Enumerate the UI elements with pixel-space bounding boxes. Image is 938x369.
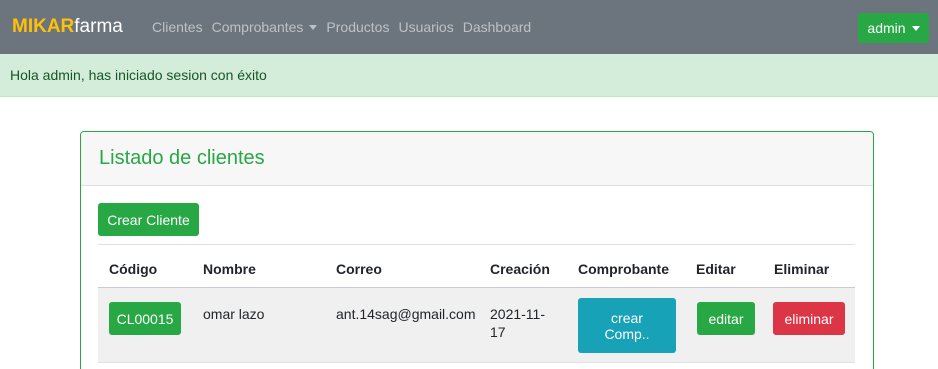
- column-header-nombre: Nombre: [203, 261, 256, 277]
- column-header-correo: Correo: [336, 261, 382, 277]
- nav-link-clientes[interactable]: Clientes: [152, 19, 203, 36]
- nav-link-dashboard[interactable]: Dashboard: [463, 19, 532, 36]
- column-header-creacion: Creación: [490, 261, 550, 277]
- client-created-date-line2: 17: [490, 324, 506, 340]
- caret-down-icon: [911, 25, 920, 31]
- nav-link-comprobantes[interactable]: Comprobantes: [212, 19, 318, 36]
- delete-client-button[interactable]: eliminar: [773, 302, 845, 335]
- client-code-button[interactable]: CL00015: [109, 302, 181, 335]
- brand-bold: MIKAR: [12, 16, 75, 37]
- client-created-date: 2021-11- 17: [490, 305, 545, 341]
- column-header-comprobante: Comprobante: [578, 261, 669, 277]
- card-title: Listado de clientes: [99, 147, 265, 169]
- nav-link-productos[interactable]: Productos: [326, 19, 389, 36]
- create-comprobante-label-line2: Comp..: [604, 325, 650, 342]
- clients-card: Listado de clientes Crear Cliente Código…: [80, 131, 874, 369]
- alert-message: Hola admin, has iniciado sesion con éxit…: [10, 67, 267, 83]
- nav-link-comprobantes-label: Comprobantes: [211, 19, 304, 35]
- top-navbar: MIKARfarma Clientes Comprobantes Product…: [0, 0, 938, 54]
- table-row-bottom-border: [98, 362, 855, 363]
- create-comprobante-button[interactable]: crear Comp..: [578, 298, 676, 353]
- nav-links: Clientes Comprobantes Productos Usuarios…: [152, 19, 540, 36]
- brand-logo[interactable]: MIKARfarma: [12, 15, 123, 39]
- caret-down-icon: [309, 25, 318, 30]
- brand-rest: farma: [74, 16, 123, 37]
- create-comprobante-label-line1: crear: [611, 309, 643, 326]
- column-header-eliminar: Eliminar: [774, 261, 830, 277]
- client-name: omar lazo: [203, 306, 265, 322]
- user-menu-button[interactable]: admin: [858, 13, 929, 43]
- client-created-date-line1: 2021-11-: [490, 306, 546, 322]
- card-header: Listado de clientes: [81, 132, 873, 186]
- success-alert: Hola admin, has iniciado sesion con éxit…: [0, 54, 938, 97]
- nav-link-usuarios[interactable]: Usuarios: [398, 19, 453, 36]
- column-header-editar: Editar: [696, 261, 736, 277]
- column-header-codigo: Código: [109, 261, 158, 277]
- user-menu-label: admin: [867, 20, 906, 36]
- table-header-top-border: [98, 244, 855, 245]
- edit-client-button[interactable]: editar: [697, 302, 755, 335]
- create-client-button[interactable]: Crear Cliente: [98, 203, 199, 236]
- client-email: ant.14sag@gmail.com: [336, 306, 476, 322]
